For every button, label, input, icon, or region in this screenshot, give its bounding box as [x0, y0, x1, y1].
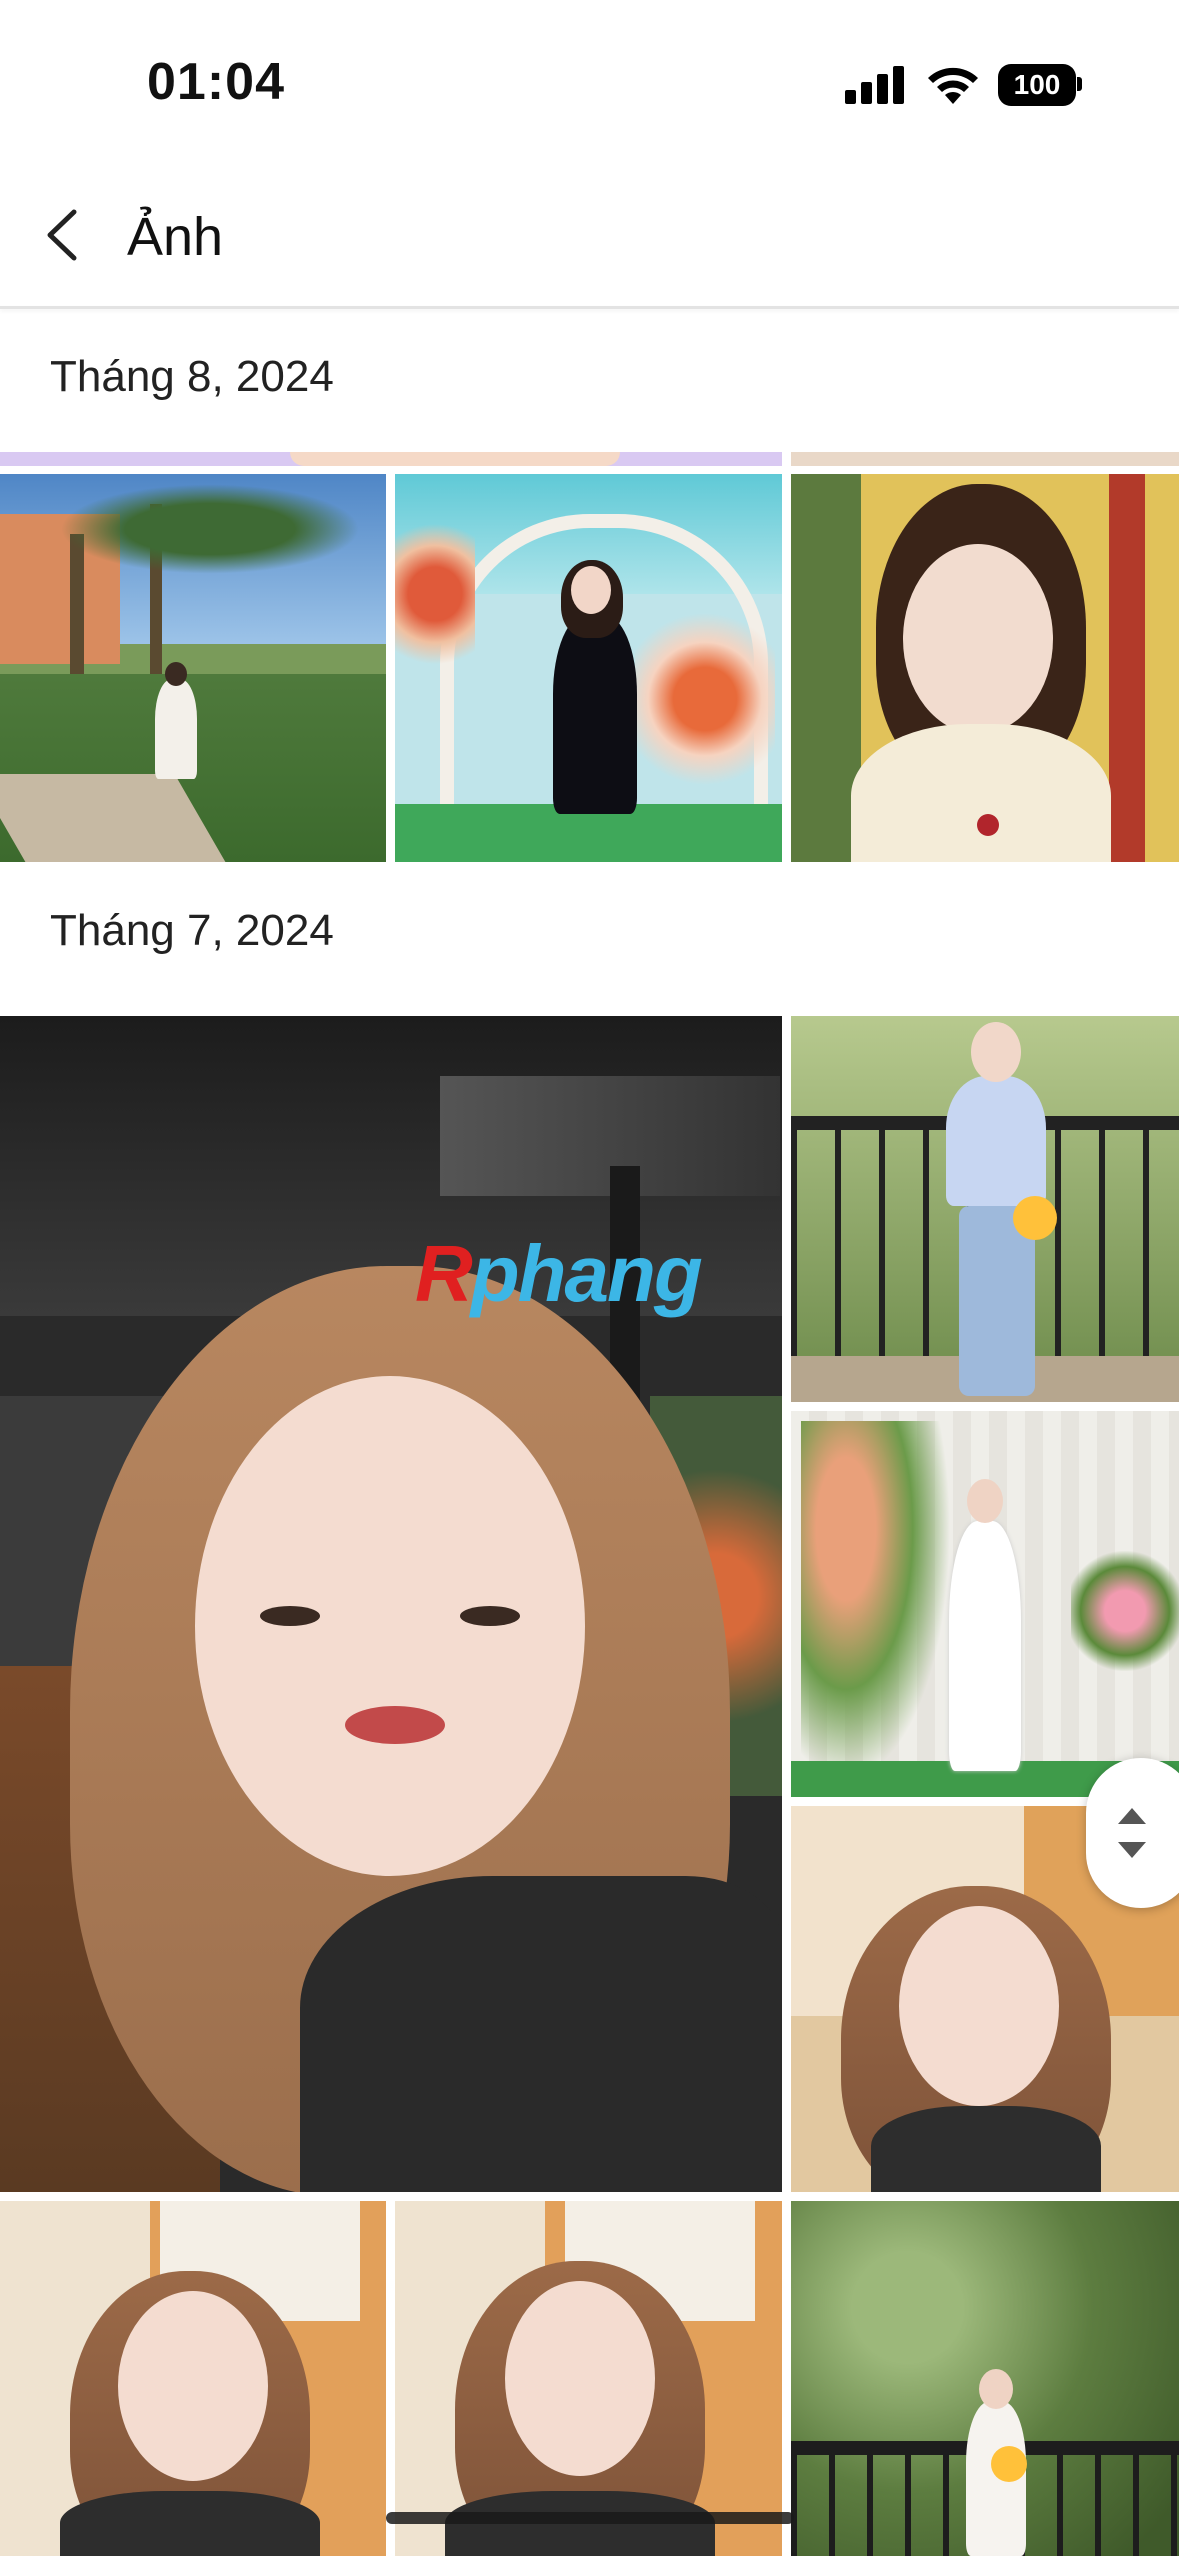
photo-thumbnail[interactable] — [791, 1016, 1179, 1402]
scroll-arrows-icon — [1118, 1808, 1146, 1858]
home-indicator[interactable] — [386, 2512, 794, 2524]
cellular-signal-icon — [845, 64, 905, 104]
battery-tip — [1077, 77, 1082, 91]
wifi-icon — [928, 67, 978, 104]
photo-thumbnail[interactable] — [395, 474, 782, 862]
header-divider — [0, 306, 1179, 309]
photo-thumbnail[interactable] — [0, 452, 782, 466]
section-title-july-2024: Tháng 7, 2024 — [50, 906, 334, 955]
photo-thumbnail[interactable] — [791, 474, 1179, 862]
watermark-logo: Rphang — [415, 1229, 703, 1318]
photo-thumbnail[interactable] — [791, 452, 1179, 466]
photo-thumbnail[interactable] — [791, 1411, 1179, 1797]
page-title: Ảnh — [127, 207, 224, 267]
status-time: 01:04 — [147, 53, 285, 111]
back-arrow-icon[interactable] — [40, 208, 84, 262]
fast-scroll-handle[interactable] — [1086, 1758, 1179, 1908]
photo-thumbnail[interactable] — [791, 2201, 1179, 2556]
section-title-august-2024: Tháng 8, 2024 — [50, 352, 334, 401]
battery-icon: 100 — [998, 64, 1076, 106]
photo-thumbnail[interactable] — [0, 2201, 386, 2556]
photo-thumbnail-large[interactable] — [0, 1016, 782, 2192]
photo-thumbnail[interactable] — [0, 474, 386, 862]
photo-thumbnail[interactable] — [395, 2201, 782, 2556]
